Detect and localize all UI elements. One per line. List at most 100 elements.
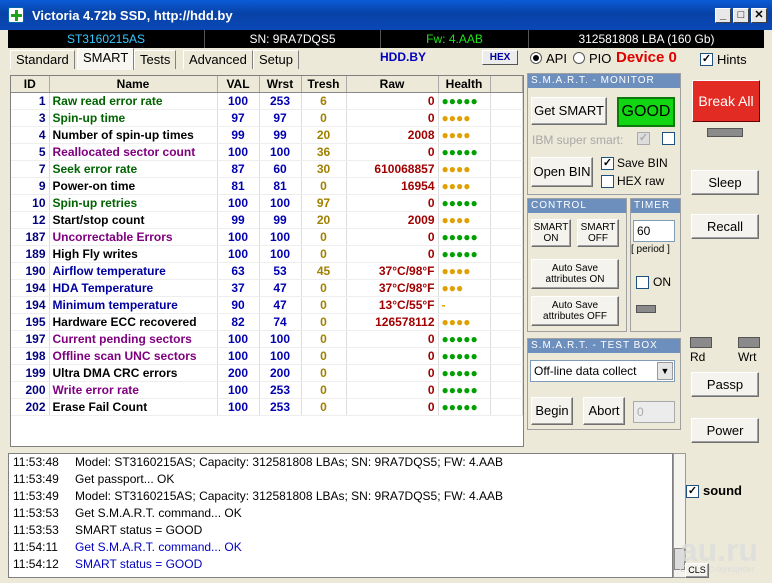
- smart-off-button[interactable]: SMART OFF: [577, 219, 619, 247]
- cell-wrst: 253: [259, 92, 302, 110]
- cell-name: Number of spin-up times: [49, 126, 218, 144]
- get-smart-button[interactable]: Get SMART: [531, 97, 607, 125]
- test-type-dropdown[interactable]: Off-line data collect ▼: [530, 360, 675, 382]
- cell-raw: 0: [346, 194, 439, 212]
- table-row[interactable]: 197 Current pending sectors 100 100 0 0 ●●●●●: [11, 330, 523, 348]
- device-selector[interactable]: Device 0: [616, 49, 677, 66]
- cell-health: -: [438, 296, 491, 314]
- sleep-button[interactable]: Sleep: [691, 170, 759, 195]
- column-header-health[interactable]: Health: [438, 76, 491, 93]
- cell-tresh: 6: [301, 92, 347, 110]
- cell-health: ●●●●●: [438, 143, 491, 161]
- table-row[interactable]: 194 Minimum temperature 90 47 0 13°C/55°F -: [11, 296, 523, 314]
- cell-raw: 0: [346, 381, 439, 399]
- api-radio[interactable]: [530, 52, 542, 64]
- clear-log-button[interactable]: CLS: [685, 563, 709, 578]
- cell-raw: 0: [346, 92, 439, 110]
- column-header-name[interactable]: Name: [49, 76, 218, 93]
- column-header-tresh[interactable]: Tresh: [301, 76, 347, 93]
- log-line: 11:53:49 Get passport... OK: [9, 471, 672, 488]
- cell-id: 1: [11, 92, 50, 110]
- maximize-button[interactable]: □: [733, 8, 749, 23]
- cell-wrst: 99: [259, 211, 302, 229]
- column-header-id[interactable]: ID: [11, 76, 50, 93]
- ibm-extra-checkbox[interactable]: [662, 132, 675, 145]
- open-bin-button[interactable]: Open BIN: [531, 157, 593, 187]
- timer-title: TIMER: [631, 199, 680, 213]
- begin-button[interactable]: Begin: [531, 397, 573, 425]
- autosave-off-button[interactable]: Auto Save attributes OFF: [531, 296, 619, 326]
- table-row[interactable]: 5 Reallocated sector count 100 100 36 0 ●●●●●: [11, 143, 523, 161]
- cell-raw: 13°C/55°F: [346, 296, 439, 314]
- cell-tresh: 0: [301, 381, 347, 399]
- timer-period-input[interactable]: 60: [633, 220, 675, 242]
- dropdown-arrow-icon[interactable]: ▼: [657, 362, 673, 380]
- column-header-raw[interactable]: Raw: [346, 76, 439, 93]
- cell-tresh: 0: [301, 228, 347, 246]
- column-header-wrst[interactable]: Wrst: [259, 76, 302, 93]
- hex-raw-checkbox[interactable]: [601, 175, 614, 188]
- table-row[interactable]: 199 Ultra DMA CRC errors 200 200 0 0 ●●●●●: [11, 364, 523, 382]
- abort-button[interactable]: Abort: [583, 397, 625, 425]
- cell-health: ●●●●●: [438, 381, 491, 399]
- tab-setup[interactable]: Setup: [253, 50, 299, 69]
- close-button[interactable]: ✕: [751, 8, 767, 23]
- autosave-on-button[interactable]: Auto Save attributes ON: [531, 259, 619, 289]
- cell-tresh: 45: [301, 262, 347, 280]
- cell-id: 199: [11, 364, 50, 382]
- column-header-val[interactable]: VAL: [217, 76, 260, 93]
- hints-checkbox[interactable]: ✓: [700, 53, 713, 66]
- smart-on-button[interactable]: SMART ON: [531, 219, 571, 247]
- break-all-button[interactable]: Break All: [692, 80, 760, 122]
- cell-val: 100: [217, 228, 260, 246]
- tab-standard[interactable]: Standard: [10, 50, 75, 69]
- table-row[interactable]: 202 Erase Fail Count 100 253 0 0 ●●●●●: [11, 398, 523, 416]
- table-row[interactable]: 12 Start/stop count 99 99 20 2009 ●●●●: [11, 211, 523, 229]
- cell-health: ●●●●●: [438, 245, 491, 263]
- cell-filler: [490, 330, 523, 348]
- timer-on-checkbox[interactable]: [636, 276, 649, 289]
- passp-button[interactable]: Passp: [691, 372, 759, 397]
- table-row[interactable]: 1 Raw read error rate 100 253 6 0 ●●●●●: [11, 92, 523, 110]
- table-row[interactable]: 194 HDA Temperature 37 47 0 37°C/98°F ●●●: [11, 279, 523, 297]
- table-row[interactable]: 187 Uncorrectable Errors 100 100 0 0 ●●●●●: [11, 228, 523, 246]
- log-time: 11:53:53: [13, 523, 59, 537]
- hddby-link[interactable]: HDD.BY: [380, 50, 426, 64]
- tab-tests[interactable]: Tests: [134, 50, 177, 69]
- table-header-row: ID Name VAL Wrst Tresh Raw Health: [11, 76, 523, 93]
- cell-filler: [490, 143, 523, 161]
- tab-smart[interactable]: SMART: [77, 48, 135, 70]
- pio-radio[interactable]: [573, 52, 585, 64]
- window-title: Victoria 4.72b SSD, http://hdd.by: [32, 8, 233, 23]
- table-row[interactable]: 200 Write error rate 100 253 0 0 ●●●●●: [11, 381, 523, 399]
- cell-tresh: 0: [301, 364, 347, 382]
- table-row[interactable]: 198 Offline scan UNC sectors 100 100 0 0 ●●●●●: [11, 347, 523, 365]
- log-line: 11:54:11 Get S.M.A.R.T. command... OK: [9, 539, 672, 556]
- power-button[interactable]: Power: [691, 418, 759, 443]
- cell-val: 87: [217, 160, 260, 178]
- read-indicator: [690, 337, 712, 348]
- log-message: SMART status = GOOD: [75, 523, 203, 537]
- cell-filler: [490, 126, 523, 144]
- recall-button[interactable]: Recall: [691, 214, 759, 239]
- minimize-button[interactable]: _: [715, 8, 731, 23]
- table-row[interactable]: 4 Number of spin-up times 99 99 20 2008 ●●●●: [11, 126, 523, 144]
- ibm-super-smart-checkbox[interactable]: ✓: [637, 132, 650, 145]
- cell-raw: 0: [346, 347, 439, 365]
- table-row[interactable]: 189 High Fly writes 100 100 0 0 ●●●●●: [11, 245, 523, 263]
- hex-button[interactable]: HEX: [482, 50, 518, 65]
- table-row[interactable]: 195 Hardware ECC recovered 82 74 0 126578112 ●…: [11, 313, 523, 331]
- table-row[interactable]: 9 Power-on time 81 81 0 16954 ●●●●: [11, 177, 523, 195]
- save-bin-checkbox[interactable]: ✓: [601, 157, 614, 170]
- tab-advanced[interactable]: Advanced: [183, 50, 253, 69]
- table-row[interactable]: 190 Airflow temperature 63 53 45 37°C/98°F ●●●…: [11, 262, 523, 280]
- cell-wrst: 53: [259, 262, 302, 280]
- cell-filler: [490, 211, 523, 229]
- cell-id: 189: [11, 245, 50, 263]
- log-time: 11:53:49: [13, 472, 59, 486]
- sound-checkbox[interactable]: ✓: [686, 485, 699, 498]
- table-row[interactable]: 3 Spin-up time 97 97 0 0 ●●●●: [11, 109, 523, 127]
- table-row[interactable]: 7 Seek error rate 87 60 30 610068857 ●●●●: [11, 160, 523, 178]
- event-log[interactable]: 11:53:48 Model: ST3160215AS; Capacity: 31…: [8, 453, 673, 578]
- table-row[interactable]: 10 Spin-up retries 100 100 97 0 ●●●●●: [11, 194, 523, 212]
